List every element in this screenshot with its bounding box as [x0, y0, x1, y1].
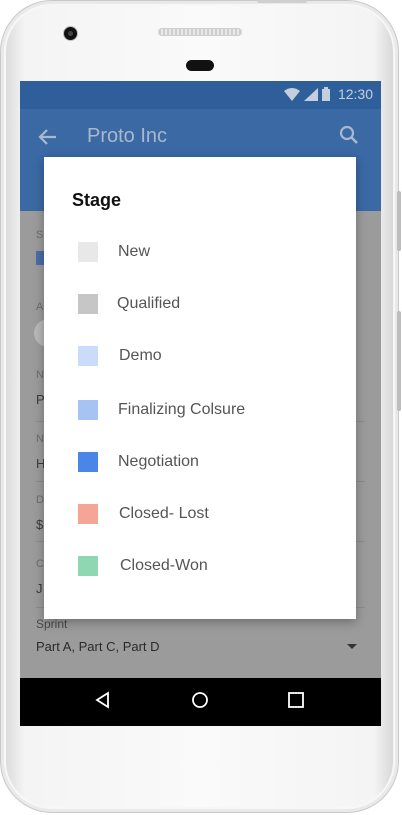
- option-label: Qualified: [117, 295, 181, 312]
- option-label: Closed-Won: [120, 557, 208, 574]
- power-button: [257, 0, 307, 3]
- color-swatch: [78, 504, 98, 524]
- option-label: New: [118, 243, 151, 260]
- field-label: C: [36, 558, 44, 570]
- option-label: Negotiation: [118, 453, 199, 470]
- status-bar: 12:30: [20, 81, 381, 109]
- phone-frame: 12:30 Proto Inc S A N P N H D $ C J Spri…: [0, 0, 401, 813]
- dropdown-arrow-icon[interactable]: [347, 644, 357, 649]
- nav-home-icon[interactable]: [190, 690, 210, 710]
- status-time: 12:30: [337, 86, 373, 102]
- color-swatch: [78, 400, 98, 420]
- stage-option-demo[interactable]: Demo: [78, 345, 162, 367]
- nav-recents-icon[interactable]: [286, 690, 306, 710]
- battery-icon: [321, 87, 330, 101]
- signal-icon: [303, 87, 318, 101]
- stage-option-closed-won[interactable]: Closed-Won: [78, 555, 208, 577]
- sprint-value[interactable]: Part A, Part C, Part D: [36, 639, 160, 654]
- field-label: N: [36, 369, 44, 381]
- screen-bottom-edge: [20, 723, 381, 726]
- color-swatch: [78, 346, 98, 366]
- color-swatch: [78, 242, 98, 262]
- stage-dialog: Stage New Qualified Demo Finalizing Cols…: [44, 157, 356, 619]
- field-label: A: [36, 301, 44, 313]
- proximity-sensor: [186, 60, 214, 71]
- field-label: D: [36, 494, 44, 506]
- side-button: [397, 311, 401, 411]
- navigation-bar: [20, 678, 381, 723]
- stage-option-finalizing[interactable]: Finalizing Colsure: [78, 399, 245, 421]
- back-arrow-icon[interactable]: [36, 125, 64, 149]
- search-icon[interactable]: [337, 123, 361, 147]
- volume-button: [397, 191, 401, 251]
- field-label: S: [36, 229, 44, 241]
- stage-option-qualified[interactable]: Qualified: [78, 293, 180, 315]
- stage-option-new[interactable]: New: [78, 241, 150, 263]
- field-label: N: [36, 433, 44, 445]
- front-camera: [63, 26, 78, 41]
- field-value[interactable]: $: [36, 517, 43, 532]
- color-swatch: [78, 452, 98, 472]
- earpiece-speaker: [158, 28, 242, 36]
- wifi-icon: [283, 87, 300, 101]
- sprint-label: Sprint: [36, 617, 68, 631]
- stage-option-negotiation[interactable]: Negotiation: [78, 451, 199, 473]
- option-label: Finalizing Colsure: [118, 401, 246, 418]
- page-title: Proto Inc: [87, 125, 168, 147]
- nav-back-icon[interactable]: [93, 690, 113, 710]
- color-swatch: [78, 294, 98, 314]
- option-label: Closed- Lost: [119, 505, 209, 522]
- field-value[interactable]: J: [36, 581, 43, 596]
- color-swatch: [78, 556, 98, 576]
- stage-option-closed-lost[interactable]: Closed- Lost: [78, 503, 209, 525]
- dialog-title: Stage: [72, 190, 122, 210]
- option-label: Demo: [119, 347, 162, 364]
